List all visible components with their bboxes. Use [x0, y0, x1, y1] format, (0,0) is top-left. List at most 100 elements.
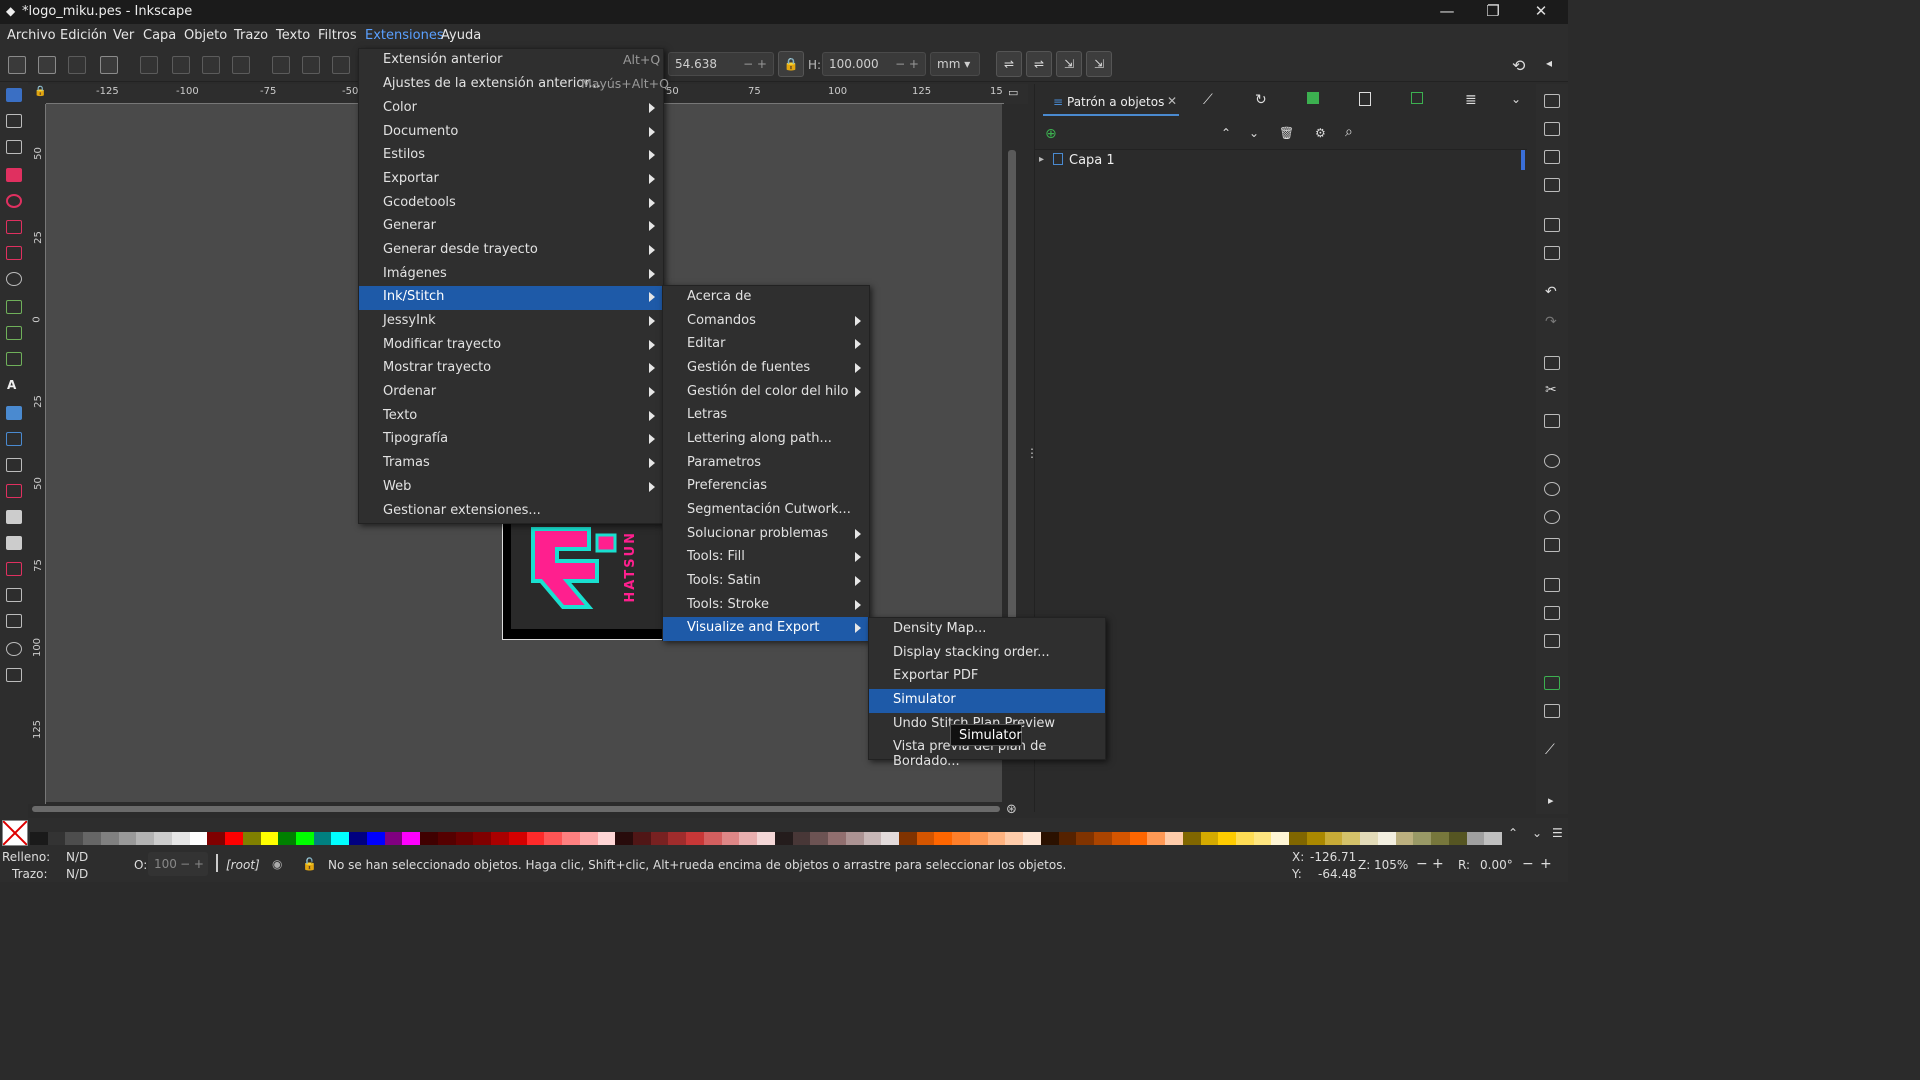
color-swatch[interactable]: [420, 832, 439, 845]
move-down-icon[interactable]: ⌄: [1249, 126, 1259, 140]
menu-item-color[interactable]: Color: [359, 97, 663, 121]
color-swatch[interactable]: [171, 832, 191, 845]
no-paint-swatch[interactable]: [2, 820, 28, 846]
export-icon[interactable]: [1544, 246, 1560, 260]
color-swatch[interactable]: [739, 832, 758, 845]
color-swatch[interactable]: [384, 832, 403, 845]
color-swatch[interactable]: [703, 832, 723, 845]
color-swatch[interactable]: [1235, 832, 1255, 845]
menu-edicion[interactable]: Edición: [60, 28, 107, 43]
color-swatch[interactable]: [845, 832, 865, 845]
deselect-icon[interactable]: [68, 56, 86, 74]
move-up-icon[interactable]: ⌃: [1221, 126, 1231, 140]
menu-item-imagenes[interactable]: Imágenes: [359, 263, 663, 287]
rotate-cw-icon[interactable]: [172, 56, 190, 74]
menu-item-lettering-along-path[interactable]: Lettering along path...: [663, 428, 869, 452]
spiral-tool-icon[interactable]: [6, 272, 22, 286]
menu-item-stacking-order[interactable]: Display stacking order...: [869, 642, 1105, 666]
menu-filtros[interactable]: Filtros: [318, 28, 357, 43]
expand-commands-icon[interactable]: ▸: [1548, 794, 1554, 807]
copy-icon[interactable]: [1544, 356, 1560, 370]
color-swatch[interactable]: [1165, 832, 1184, 845]
menu-item-tools-fill[interactable]: Tools: Fill: [663, 546, 869, 570]
cut-icon[interactable]: ✂: [1545, 382, 1557, 398]
height-field[interactable]: 100.000− +: [822, 52, 926, 76]
rectangle-tool-icon[interactable]: [6, 168, 22, 182]
color-swatch[interactable]: [455, 832, 474, 845]
color-swatch[interactable]: [650, 832, 669, 845]
node-tool-icon[interactable]: [6, 114, 22, 128]
color-swatch[interactable]: [296, 832, 315, 845]
menu-extensiones[interactable]: Extensiones: [365, 28, 444, 43]
calligraphy-tool-icon[interactable]: [6, 352, 22, 366]
vertical-scrollbar[interactable]: [1008, 150, 1016, 620]
color-swatch[interactable]: [1377, 832, 1397, 845]
color-swatch[interactable]: [774, 832, 794, 845]
menu-item-generar[interactable]: Generar: [359, 215, 663, 239]
color-swatch[interactable]: [473, 832, 492, 845]
open-icon[interactable]: [1544, 122, 1560, 136]
transform-tab-icon[interactable]: ↻: [1255, 92, 1267, 108]
rotation-value[interactable]: 0.00°: [1480, 858, 1513, 872]
color-swatch[interactable]: [366, 832, 386, 845]
menu-objeto[interactable]: Objeto: [184, 28, 227, 43]
color-swatch[interactable]: [83, 832, 102, 845]
zoom-selection-icon[interactable]: [1544, 454, 1560, 468]
3d-box-tool-icon[interactable]: [6, 246, 22, 260]
menu-item-gcodetools[interactable]: Gcodetools: [359, 192, 663, 216]
zoom-drawing-icon[interactable]: [1544, 482, 1560, 496]
color-swatch[interactable]: [1005, 832, 1024, 845]
menu-capa[interactable]: Capa: [143, 28, 176, 43]
color-swatch[interactable]: [1200, 832, 1219, 845]
menu-ayuda[interactable]: Ayuda: [441, 28, 481, 43]
star-tool-icon[interactable]: [6, 220, 22, 234]
menu-item-editar[interactable]: Editar: [663, 333, 869, 357]
menu-item-ordenar[interactable]: Ordenar: [359, 381, 663, 405]
color-swatch[interactable]: [562, 832, 581, 845]
export-tab-icon[interactable]: [1411, 92, 1423, 104]
palette-swatches[interactable]: [30, 818, 1503, 846]
color-swatch[interactable]: [1342, 832, 1361, 845]
menu-texto[interactable]: Texto: [276, 28, 310, 43]
raise-top-icon[interactable]: [272, 56, 290, 74]
color-swatch[interactable]: [810, 832, 829, 845]
measure-tool-icon[interactable]: [6, 614, 22, 628]
zoom-width-icon[interactable]: [1544, 538, 1560, 552]
color-swatch[interactable]: [118, 832, 137, 845]
color-swatch[interactable]: [916, 832, 935, 845]
menu-item-mostrar-trayecto[interactable]: Mostrar trayecto: [359, 357, 663, 381]
menu-item-parametros[interactable]: Parametros: [663, 452, 869, 476]
color-swatch[interactable]: [792, 832, 811, 845]
clone-icon[interactable]: [1544, 606, 1560, 620]
menu-item-documento[interactable]: Documento: [359, 121, 663, 145]
color-swatch[interactable]: [1023, 832, 1042, 845]
menu-item-density-map[interactable]: Density Map...: [869, 618, 1105, 642]
restore-icon[interactable]: ❐: [1470, 2, 1516, 20]
menu-item-exportar[interactable]: Exportar: [359, 168, 663, 192]
width-field[interactable]: 54.638− +: [668, 52, 774, 76]
color-swatch[interactable]: [668, 832, 687, 845]
objects-tab-icon[interactable]: [1307, 92, 1319, 104]
color-swatch[interactable]: [1111, 832, 1131, 845]
pages-tool-icon[interactable]: [6, 668, 22, 682]
delete-icon[interactable]: 🗑: [1279, 126, 1294, 140]
lock-ratio-button[interactable]: 🔒: [778, 51, 804, 77]
expand-icon[interactable]: ▸: [1039, 154, 1044, 165]
menu-item-letras[interactable]: Letras: [663, 404, 869, 428]
color-swatch[interactable]: [30, 832, 49, 845]
color-swatch[interactable]: [1271, 832, 1290, 845]
rotate-left-icon[interactable]: −: [1522, 856, 1534, 872]
menu-item-comandos[interactable]: Comandos: [663, 310, 869, 334]
color-swatch[interactable]: [402, 832, 421, 845]
palette-up-icon[interactable]: ⌃: [1508, 826, 1518, 840]
menu-item-modificar-trayecto[interactable]: Modificar trayecto: [359, 334, 663, 358]
paint-bucket-icon[interactable]: [6, 484, 22, 498]
menu-item-gestion-fuentes[interactable]: Gestión de fuentes: [663, 357, 869, 381]
color-swatch[interactable]: [437, 832, 457, 845]
color-swatch[interactable]: [1360, 832, 1379, 845]
close-icon[interactable]: ✕: [1518, 2, 1564, 20]
zoom-in-icon[interactable]: +: [1432, 856, 1444, 872]
fill-stroke-icon[interactable]: ⟋: [1545, 742, 1555, 758]
unlink-clone-icon[interactable]: [1544, 634, 1560, 648]
color-swatch[interactable]: [1466, 832, 1485, 845]
